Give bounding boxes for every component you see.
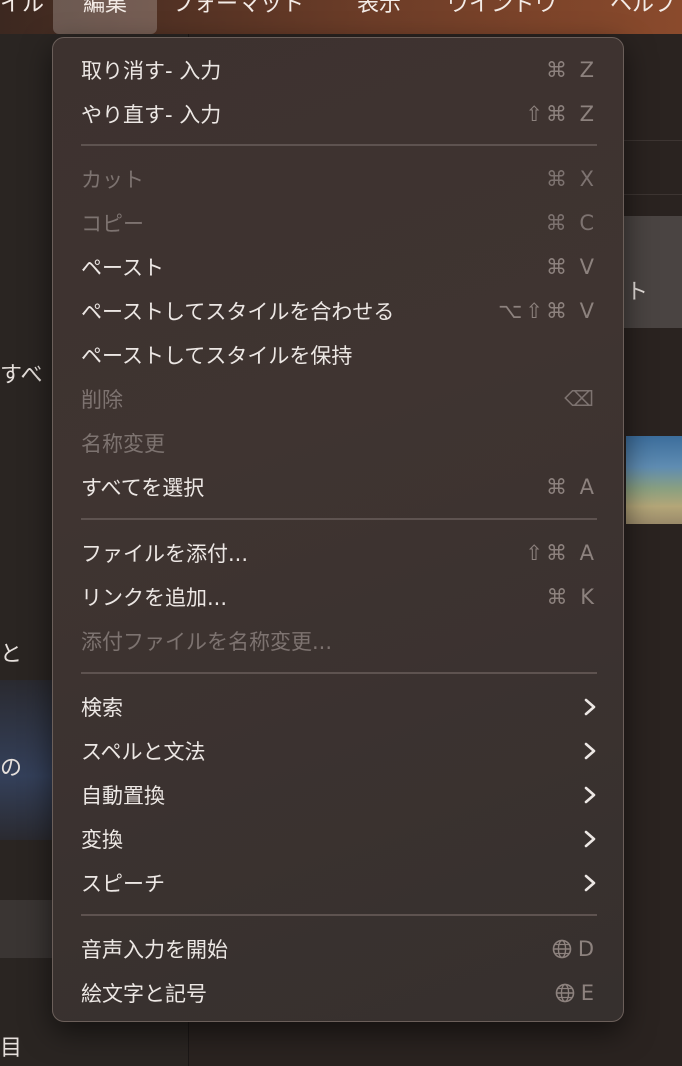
- menu-item-spelling-and-grammar[interactable]: スペルと文法: [81, 733, 597, 769]
- menu-item-label: 削除: [81, 388, 123, 412]
- globe-icon: [552, 939, 572, 959]
- menubar-item-file[interactable]: イル: [0, 0, 48, 34]
- menu-item-shortcut: ⌘ V: [545, 255, 597, 279]
- chevron-right-icon: [583, 697, 597, 717]
- menu-item-transformations[interactable]: 変換: [81, 821, 597, 857]
- menu-item-label: ペーストしてスタイルを合わせる: [81, 300, 395, 324]
- globe-icon: [555, 983, 575, 1003]
- menu-item-cut[interactable]: カット ⌘ X: [81, 161, 597, 197]
- menu-bar: イル 編集 フォーマット 表示 ウインドウ ヘルプ: [0, 0, 682, 34]
- menu-item-substitutions[interactable]: 自動置換: [81, 777, 597, 813]
- menu-item-paste-and-match-style[interactable]: ペーストしてスタイルを合わせる ⌥⇧⌘ V: [81, 293, 597, 329]
- background-sidebar-text: の: [0, 756, 23, 781]
- menu-item-label: ペースト: [81, 256, 164, 280]
- menu-separator: [81, 672, 597, 674]
- menu-item-shortcut: ⇧⌘ Z: [525, 102, 597, 126]
- menu-item-rename[interactable]: 名称変更: [81, 425, 597, 461]
- menubar-item-help[interactable]: ヘルプ: [610, 0, 676, 34]
- background-divider: [624, 194, 682, 195]
- background-sidebar-text: と: [0, 642, 23, 667]
- menu-item-copy[interactable]: コピー ⌘ C: [81, 205, 597, 241]
- chevron-right-icon: [583, 741, 597, 761]
- menu-item-shortcut: ⌘ Z: [545, 58, 597, 82]
- menu-item-paste[interactable]: ペースト ⌘ V: [81, 249, 597, 285]
- menu-item-delete[interactable]: 削除 ⌫: [81, 381, 597, 417]
- menu-separator: [81, 914, 597, 916]
- shortcut-key: E: [580, 981, 597, 1005]
- menu-item-label: ファイルを添付...: [81, 542, 249, 566]
- menu-item-shortcut: ⌘ K: [546, 585, 597, 609]
- menu-separator: [81, 144, 597, 146]
- chevron-right-icon: [583, 785, 597, 805]
- menu-item-shortcut: ⌘ C: [545, 211, 597, 235]
- background-sidebar-text: 目: [0, 1036, 23, 1061]
- menu-item-label: 変換: [81, 828, 123, 852]
- menu-item-label: 検索: [81, 696, 123, 720]
- background-card-text: ト: [626, 280, 649, 305]
- menu-item-label: コピー: [81, 212, 144, 236]
- menu-item-label: 名称変更: [81, 432, 165, 456]
- menu-item-start-dictation[interactable]: 音声入力を開始 D: [81, 931, 597, 967]
- menu-item-label: すべてを選択: [81, 476, 205, 500]
- chevron-right-icon: [583, 829, 597, 849]
- menubar-item-window[interactable]: ウインドウ: [447, 0, 557, 34]
- background-sidebar-text: すべ: [0, 363, 43, 388]
- menu-item-label: 自動置換: [81, 784, 165, 808]
- menu-item-label: やり直す- 入力: [81, 103, 222, 127]
- menubar-item-edit[interactable]: 編集: [53, 0, 157, 34]
- menu-item-shortcut: E: [555, 981, 597, 1005]
- menu-item-label: 音声入力を開始: [81, 938, 228, 962]
- background-sidebar-selected-item[interactable]: [0, 900, 60, 958]
- menu-item-emoji-and-symbols[interactable]: 絵文字と記号 E: [81, 975, 597, 1011]
- menu-item-attach-file[interactable]: ファイルを添付... ⇧⌘ A: [81, 535, 597, 571]
- menu-item-select-all[interactable]: すべてを選択 ⌘ A: [81, 469, 597, 505]
- menu-item-label: カット: [81, 168, 144, 192]
- menu-item-shortcut: ⌘ A: [545, 475, 597, 499]
- menu-item-redo[interactable]: やり直す- 入力 ⇧⌘ Z: [81, 96, 597, 132]
- menu-item-speech[interactable]: スピーチ: [81, 865, 597, 901]
- menubar-item-view[interactable]: 表示: [357, 0, 401, 34]
- delete-backward-icon: ⌫: [564, 387, 597, 411]
- background-card[interactable]: [620, 216, 682, 328]
- menu-item-label: 取り消す- 入力: [81, 59, 222, 83]
- menu-item-label: 添付ファイルを名称変更...: [81, 630, 333, 654]
- shortcut-key: D: [577, 937, 597, 961]
- menu-separator: [81, 518, 597, 520]
- menu-item-shortcut: ⌥⇧⌘ V: [498, 299, 597, 323]
- menu-item-label: スペルと文法: [81, 740, 206, 764]
- menu-item-label: ペーストしてスタイルを保持: [81, 344, 353, 368]
- menu-item-label: リンクを追加...: [81, 586, 228, 610]
- edit-menu: 取り消す- 入力 ⌘ Z やり直す- 入力 ⇧⌘ Z カット ⌘ X コピー ⌘…: [52, 37, 624, 1022]
- menu-item-shortcut: D: [552, 937, 597, 961]
- menu-item-find[interactable]: 検索: [81, 689, 597, 725]
- menu-item-undo[interactable]: 取り消す- 入力 ⌘ Z: [81, 52, 597, 88]
- menu-item-add-link[interactable]: リンクを追加... ⌘ K: [81, 579, 597, 615]
- menu-item-paste-and-retain-style[interactable]: ペーストしてスタイルを保持: [81, 337, 597, 373]
- menu-item-label: 絵文字と記号: [81, 982, 207, 1006]
- background-thumbnail-image[interactable]: [626, 436, 682, 524]
- chevron-right-icon: [583, 873, 597, 893]
- menu-item-shortcut: ⇧⌘ A: [525, 541, 597, 565]
- menubar-item-format[interactable]: フォーマット: [172, 0, 304, 34]
- menu-item-label: スピーチ: [81, 872, 165, 896]
- background-divider: [624, 140, 682, 141]
- menu-item-rename-attachment[interactable]: 添付ファイルを名称変更...: [81, 623, 597, 659]
- menu-item-shortcut: ⌘ X: [545, 167, 597, 191]
